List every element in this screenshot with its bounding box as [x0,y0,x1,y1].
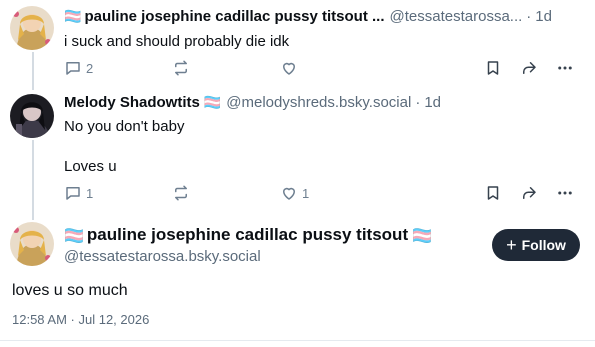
like-count: 1 [302,185,310,201]
follow-label: Follow [521,237,566,253]
post-text: i suck and should probably die idk [64,33,290,50]
post-header: Melody Shadowtits 🏳️‍⚧️ @melodyshreds.bs… [64,94,441,111]
display-name[interactable]: pauline josephine cadillac pussy titsout [87,225,408,245]
avatar[interactable] [10,6,54,50]
post-time[interactable]: 1d [535,8,552,25]
reply-icon [66,187,80,200]
post-time[interactable]: 1d [424,94,441,111]
follow-button[interactable]: + Follow [492,229,580,261]
handle[interactable]: @tessatestarossa... [390,8,523,25]
bookmark-icon [487,186,499,200]
more-options-button[interactable] [556,184,574,202]
trans-flag-emoji: 🏳️‍⚧️ [412,225,433,245]
bookmark-button[interactable] [484,59,502,77]
author-handle-row: @tessatestarossa.bsky.social [64,248,261,265]
trans-flag-emoji: 🏳️‍⚧️ [64,8,82,25]
post-actions: 1 1 [64,184,584,206]
like-button[interactable] [280,59,302,77]
author-name-row: 🏳️‍⚧️ pauline josephine cadillac pussy t… [64,225,432,245]
like-icon [283,62,295,75]
handle[interactable]: @melodyshreds.bsky.social [226,94,411,111]
more-icon [558,66,572,70]
bookmark-icon [487,61,499,75]
like-icon [283,187,295,200]
share-button[interactable] [520,184,538,202]
avatar[interactable] [10,222,54,266]
avatar[interactable] [10,94,54,138]
repost-button[interactable] [172,184,190,202]
reply-icon [66,62,80,75]
share-icon [523,187,536,199]
more-options-button[interactable] [556,59,574,77]
handle[interactable]: @tessatestarossa.bsky.social [64,248,261,265]
display-name[interactable]: pauline josephine cadillac pussy titsout… [84,8,384,25]
thread-line [32,140,34,220]
separator-dot: · [526,8,532,25]
display-name[interactable]: Melody Shadowtits [64,94,200,111]
plus-icon: + [506,235,517,255]
share-button[interactable] [520,59,538,77]
share-icon [523,62,536,74]
more-icon [558,191,572,195]
like-button[interactable]: 1 [280,184,309,202]
post-text: No you don't baby Loves u [64,118,185,175]
bookmark-button[interactable] [484,184,502,202]
reply-count: 1 [86,185,94,201]
trans-flag-emoji: 🏳️‍⚧️ [64,225,84,245]
reply-count: 2 [86,60,94,76]
post-timestamp[interactable]: 12:58 AM · Jul 12, 2026 [12,312,149,327]
reply-button[interactable]: 1 [64,184,93,202]
repost-button[interactable] [172,59,190,77]
post-text: loves u so much [12,282,128,299]
divider [0,340,595,341]
repost-icon [175,60,187,76]
reply-button[interactable]: 2 [64,59,93,77]
trans-flag-emoji: 🏳️‍⚧️ [203,94,222,111]
post-header: 🏳️‍⚧️ pauline josephine cadillac pussy t… [64,8,552,25]
repost-icon [175,185,187,201]
post-actions: 2 [64,59,584,81]
separator-dot: · [415,94,421,111]
thread-line [32,52,34,90]
